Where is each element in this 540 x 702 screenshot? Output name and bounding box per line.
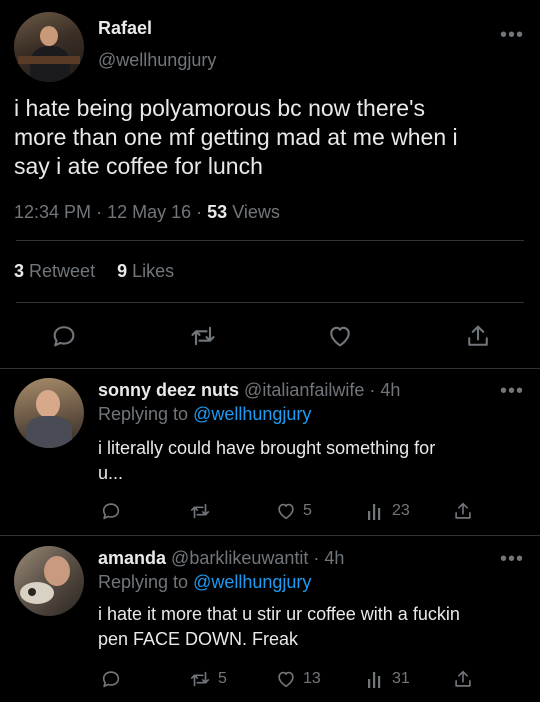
reply-time[interactable]: · 4h — [369, 380, 400, 400]
reply-header: sonny deez nuts @italianfailwife · 4h — [98, 380, 400, 401]
retweet-button[interactable] — [188, 322, 218, 350]
reply-icon — [53, 326, 75, 347]
views-icon — [368, 672, 381, 688]
share-button[interactable] — [452, 500, 474, 522]
share-button[interactable] — [464, 322, 492, 350]
retweet-count: 5 — [218, 670, 227, 687]
tweet-time[interactable]: 12:34 PM — [14, 202, 91, 222]
replying-to-label: Replying to — [98, 404, 189, 424]
reply-author-handle[interactable]: @italianfailwife — [244, 380, 364, 400]
views-label: Views — [232, 202, 280, 222]
author-avatar[interactable] — [14, 12, 84, 82]
share-button[interactable] — [452, 668, 474, 690]
like-icon — [278, 671, 294, 688]
tweet-text-line: say i ate coffee for lunch — [14, 153, 263, 179]
like-icon — [330, 326, 350, 347]
like-icon — [278, 503, 294, 520]
more-icon[interactable]: ••• — [500, 25, 524, 45]
tweet-text-line: i hate being polyamorous bc now there's — [14, 95, 425, 121]
retweet-count[interactable]: 3 — [14, 261, 24, 281]
views-count: 23 — [392, 502, 410, 519]
divider — [0, 535, 540, 536]
reply-text-line: pen FACE DOWN. Freak — [98, 629, 299, 649]
reply-header: amanda @barklikeuwantit · 4h — [98, 548, 344, 569]
tweet-text-line: more than one mf getting mad at me when … — [14, 124, 458, 150]
replying-to: Replying to @wellhungjury — [98, 572, 311, 593]
reply-text-line: u... — [98, 463, 124, 483]
reply-button[interactable] — [50, 322, 78, 350]
meta-separator: · — [196, 202, 203, 222]
views-count: 31 — [392, 670, 410, 687]
replying-to-label: Replying to — [98, 572, 189, 592]
reply-text-line: i literally could have brought something… — [98, 438, 436, 458]
retweet-button[interactable] — [188, 500, 218, 522]
reply-button[interactable] — [100, 500, 122, 522]
more-icon[interactable]: ••• — [500, 381, 524, 401]
reply-author-name[interactable]: sonny deez nuts — [98, 380, 239, 400]
divider — [16, 302, 524, 303]
reply-text-line: i hate it more that u stir ur coffee wit… — [98, 604, 460, 624]
reply-avatar[interactable] — [14, 378, 84, 448]
likes-label[interactable]: Likes — [132, 261, 174, 281]
replying-to-handle[interactable]: @wellhungjury — [193, 572, 311, 592]
like-count: 5 — [303, 502, 312, 519]
share-icon — [468, 325, 488, 346]
replying-to: Replying to @wellhungjury — [98, 404, 311, 425]
like-button[interactable]: 5 — [275, 500, 312, 522]
retweet-label[interactable]: Retweet — [29, 261, 95, 281]
tweet-date[interactable]: 12 May 16 — [107, 202, 191, 222]
author-handle[interactable]: @wellhungjury — [98, 50, 216, 71]
divider — [16, 240, 524, 241]
reply-avatar[interactable] — [14, 546, 84, 616]
like-button[interactable]: 13 — [275, 668, 321, 690]
views-button[interactable]: 31 — [366, 668, 410, 690]
replying-to-handle[interactable]: @wellhungjury — [193, 404, 311, 424]
views-button[interactable]: 23 — [366, 500, 410, 522]
reply-author-name[interactable]: amanda — [98, 548, 166, 568]
engagement-stats: 3 Retweet 9 Likes — [14, 261, 174, 282]
reply-icon — [102, 503, 120, 520]
share-icon — [455, 502, 471, 519]
reply-text: i hate it more that u stir ur coffee wit… — [98, 602, 460, 652]
author-name[interactable]: Rafael — [98, 18, 152, 39]
reply-button[interactable] — [100, 668, 122, 690]
tweet-meta: 12:34 PM · 12 May 16 · 53 Views — [14, 202, 280, 223]
reply-icon — [102, 671, 120, 688]
views-count: 53 — [207, 202, 228, 222]
retweet-icon — [191, 326, 215, 346]
views-icon — [368, 504, 381, 520]
reply-author-handle[interactable]: @barklikeuwantit — [171, 548, 308, 568]
tweet-text: i hate being polyamorous bc now there's … — [14, 94, 458, 181]
more-icon[interactable]: ••• — [500, 549, 524, 569]
share-icon — [455, 670, 471, 687]
likes-count[interactable]: 9 — [117, 261, 127, 281]
like-count: 13 — [303, 670, 321, 687]
retweet-icon — [190, 503, 210, 519]
like-button[interactable] — [326, 322, 354, 350]
meta-separator: · — [96, 202, 103, 222]
retweet-icon — [190, 671, 210, 687]
divider — [0, 368, 540, 369]
reply-time[interactable]: · 4h — [313, 548, 344, 568]
retweet-button[interactable]: 5 — [188, 668, 227, 690]
reply-text: i literally could have brought something… — [98, 436, 435, 486]
